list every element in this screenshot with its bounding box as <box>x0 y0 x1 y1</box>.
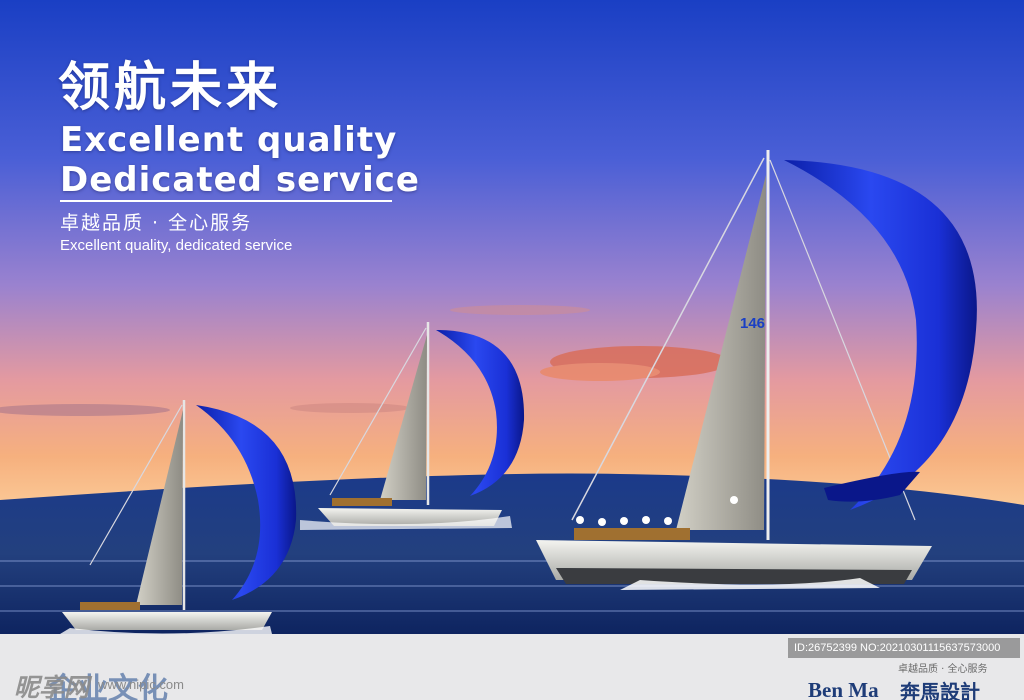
brand-name-en: Ben Ma <box>808 678 879 700</box>
headline-title-en-2: Dedicated service <box>60 160 420 200</box>
brand-name-cn: 奔馬設計 <box>900 680 980 700</box>
sail-number: 146 <box>740 315 765 332</box>
image-id-label: ID:26752399 NO:20210301115637573000 <box>788 638 1020 658</box>
headline-title-cn: 领航未来 <box>58 58 283 118</box>
headline-title-en-1: Excellent quality <box>60 120 398 160</box>
headline-divider <box>60 200 392 202</box>
headline-subtitle-cn: 卓越品质 · 全心服务 <box>60 212 253 234</box>
sailing-scene: 146 领航未来 Excellent quality Dedicated ser… <box>0 0 1024 634</box>
watermark-logo: 昵享网 <box>14 673 90 700</box>
small-slogan: 卓越品质 · 全心服务 <box>898 664 988 675</box>
watermark-url: www.nipic.com <box>98 677 184 692</box>
footer-strip: 企业文化 昵享网 www.nipic.com ID:26752399 NO:20… <box>0 634 1024 700</box>
headline-subtitle-en: Excellent quality, dedicated service <box>60 237 293 254</box>
